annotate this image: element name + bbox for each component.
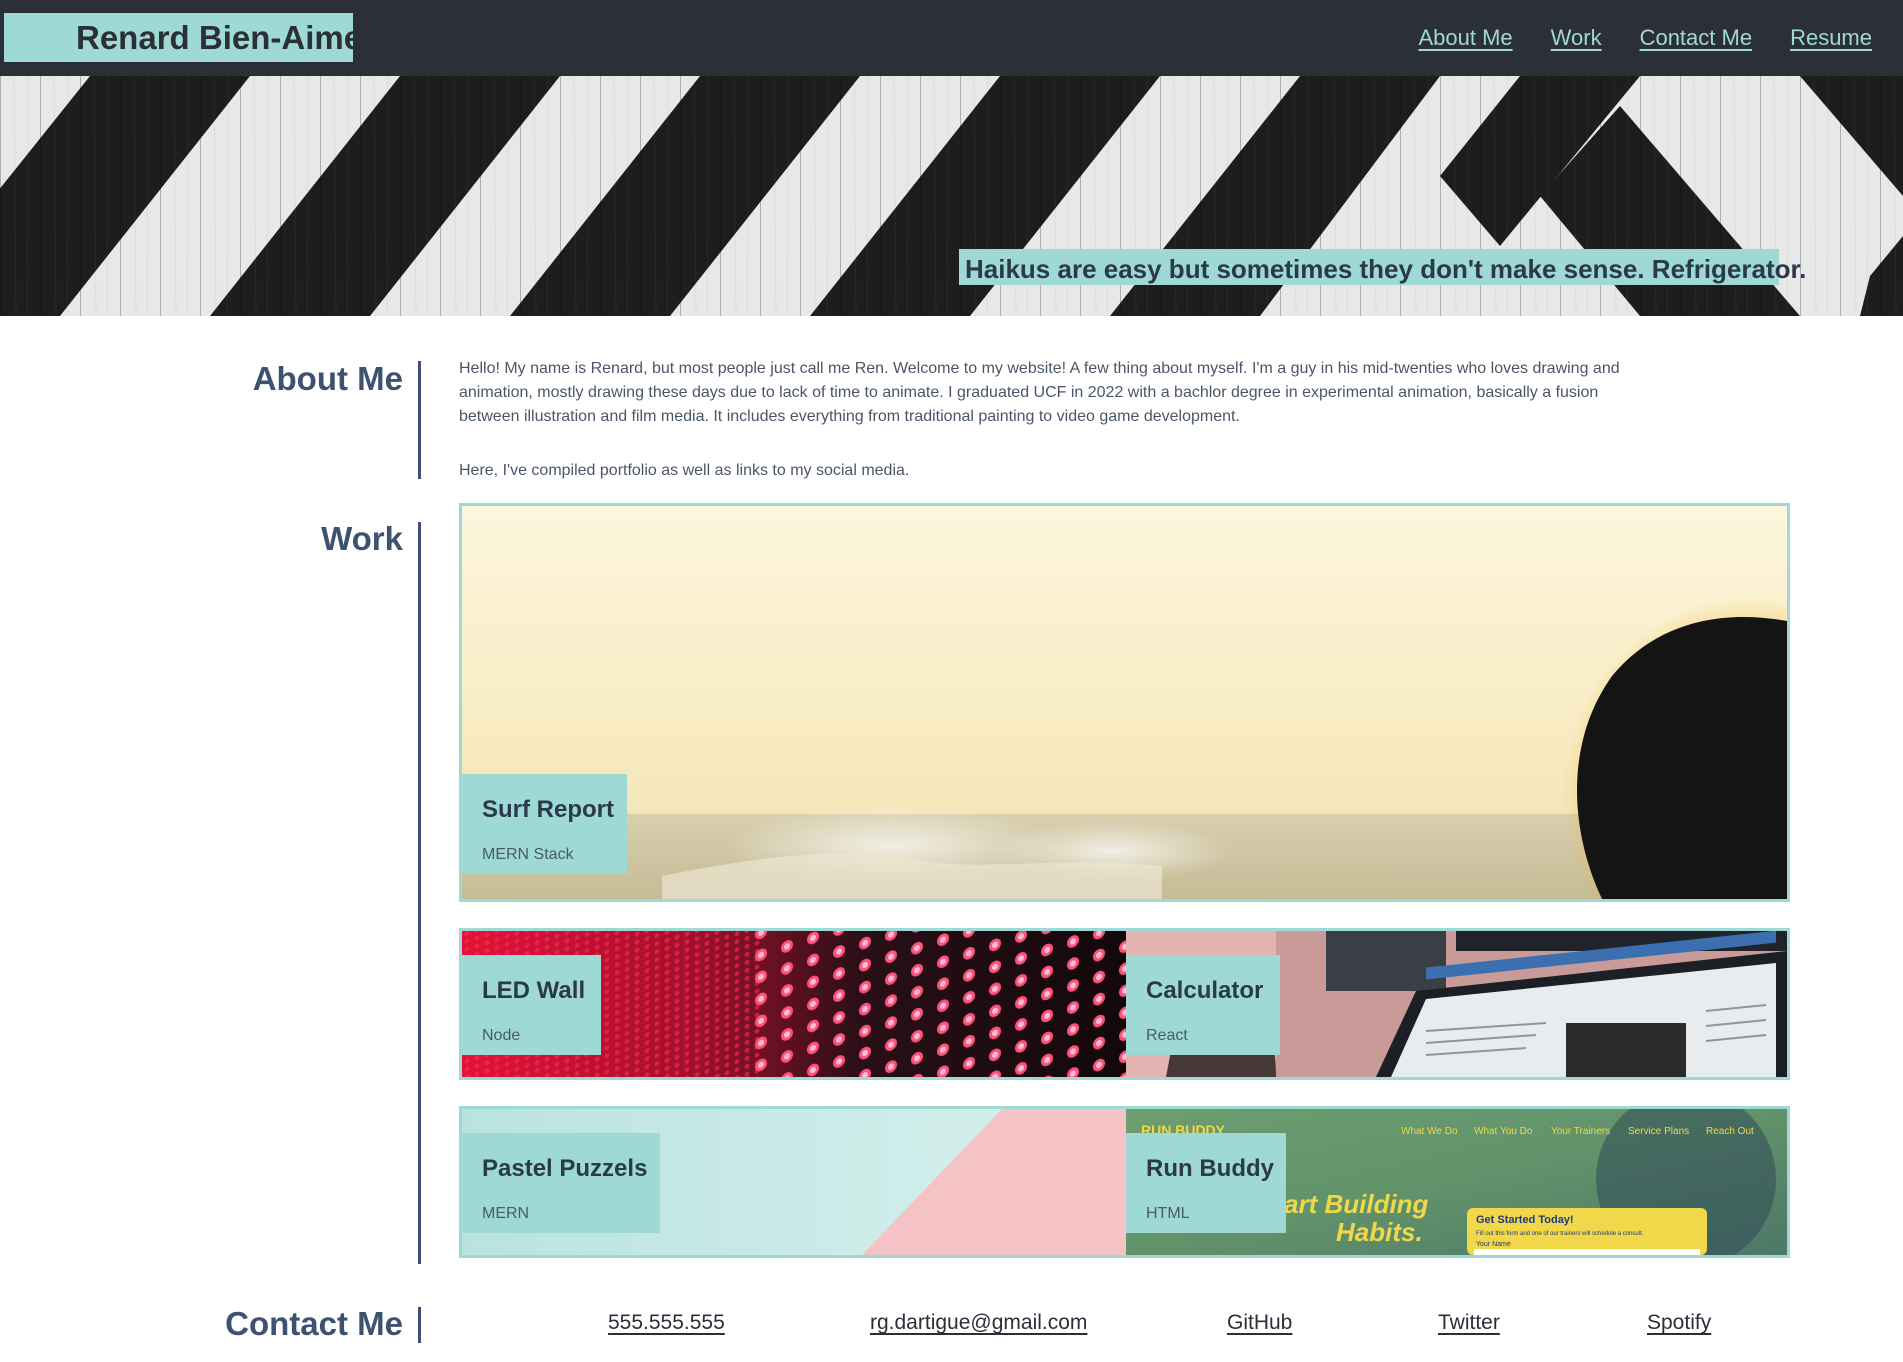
nav-contact-me[interactable]: Contact Me [1640,25,1753,51]
hero-tagline: Haikus are easy but sometimes they don't… [959,249,1806,285]
run-buddy-cta-title: Get Started Today! [1476,1214,1574,1226]
run-buddy-nav-5: Reach Out [1706,1126,1754,1137]
run-buddy-field-label: Your Name [1476,1241,1511,1248]
hero-banner: Haikus are easy but sometimes they don't… [0,76,1903,316]
nav-about-me[interactable]: About Me [1418,25,1512,51]
pastel-puzzels-label: Pastel Puzzels MERN [462,1133,660,1233]
contact-spotify-link[interactable]: Spotify [1647,1311,1711,1335]
project-card-led-wall[interactable]: LED Wall Node [462,931,1126,1077]
contact-email-link[interactable]: rg.dartigue@gmail.com [870,1311,1087,1335]
about-paragraph-2: Here, I've compiled portfolio as well as… [459,462,910,479]
run-buddy-headline-2: Habits. [1336,1217,1423,1247]
site-logo[interactable]: Renard Bien-Aime [4,13,362,62]
project-card-pastel-puzzels[interactable]: Pastel Puzzels MERN [462,1109,1126,1255]
project-stack: React [1146,1027,1188,1044]
site-header: Renard Bien-Aime About Me Work Contact M… [0,0,1903,76]
contact-twitter-link[interactable]: Twitter [1438,1311,1500,1335]
main-nav: About Me Work Contact Me Resume [1418,25,1872,51]
calculator-label: Calculator React [1126,955,1280,1055]
about-divider [418,361,421,479]
work-divider [418,522,421,1264]
project-stack: Node [482,1027,521,1044]
run-buddy-nav-4: Service Plans [1628,1126,1689,1137]
run-buddy-nav-2: What You Do [1474,1126,1533,1137]
project-card-run-buddy[interactable]: RUN BUDDY What We Do What You Do Your Tr… [1126,1109,1787,1255]
project-name: Pastel Puzzels [482,1155,648,1182]
project-row-3: Pastel Puzzels MERN RUN BUDDY What We Do… [459,1106,1790,1258]
contact-github-link[interactable]: GitHub [1227,1311,1292,1335]
project-stack: HTML [1146,1205,1190,1222]
project-stack: MERN [482,1205,530,1222]
contact-phone-link[interactable]: 555.555.555 [608,1311,725,1335]
project-card-surf-report[interactable]: Surf Report MERN Stack [459,503,1790,902]
surf-report-label: Surf Report MERN Stack [462,774,627,874]
contact-links: 555.555.555 rg.dartigue@gmail.com GitHub… [0,1311,1903,1341]
run-buddy-headline-1: art Building [1284,1189,1429,1219]
led-wall-label: LED Wall Node [462,955,601,1055]
project-name: LED Wall [482,977,586,1004]
project-name: Run Buddy [1146,1155,1274,1182]
project-name: Surf Report [482,796,614,823]
nav-resume[interactable]: Resume [1790,25,1872,51]
run-buddy-cta-text: Fill out this form and one of our traine… [1476,1231,1644,1237]
about-paragraph-1: Hello! My name is Renard, but most peopl… [459,360,1620,425]
surf-report-image [462,506,1787,899]
run-buddy-nav-1: What We Do [1401,1126,1458,1137]
run-buddy-nav-3: Your Trainers [1551,1126,1610,1137]
project-stack: MERN Stack [482,846,574,863]
tagline-text: Haikus are easy but sometimes they don't… [965,254,1807,284]
project-name: Calculator [1146,977,1264,1004]
nav-work[interactable]: Work [1551,25,1602,51]
work-heading: Work [321,520,403,557]
about-text: Hello! My name is Renard, but most peopl… [459,357,1639,483]
project-row-2: LED Wall Node Calculator React [459,928,1790,1080]
run-buddy-label: Run Buddy HTML [1126,1133,1286,1233]
about-heading: About Me [252,360,403,397]
site-name[interactable]: Renard Bien-Aime [76,19,362,57]
project-card-calculator[interactable]: Calculator React [1126,931,1787,1077]
